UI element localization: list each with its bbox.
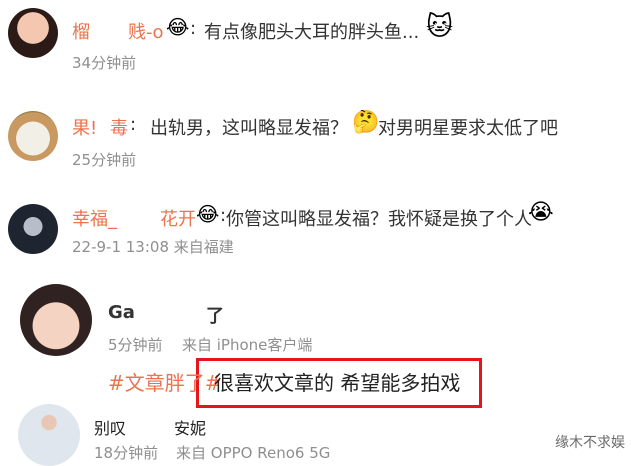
comment-time: 18分钟前 — [94, 444, 159, 462]
comment-text: 你管这叫略显发福？我怀疑是换了个人 — [226, 209, 532, 230]
username[interactable]: 毒 — [110, 114, 128, 140]
thinking-emoji-icon: 🤔 — [352, 110, 380, 135]
avatar[interactable] — [8, 111, 58, 161]
topic-tag[interactable]: #文章胖了# — [108, 367, 222, 396]
username[interactable]: 榴 — [72, 18, 90, 44]
username[interactable]: 别叹 — [94, 415, 126, 439]
comment-text: 对男明星要求太低了吧 — [378, 118, 558, 139]
comment-separator: : — [190, 18, 197, 39]
username[interactable]: 安妮 — [174, 415, 206, 439]
username[interactable]: 花开 — [160, 205, 196, 231]
crying-laughing-emoji-icon: 😭 — [528, 200, 554, 225]
comment-text: 出轨男，这叫略显发福？ — [150, 118, 348, 139]
cat-emoji-icon: 🐱 — [426, 12, 454, 42]
comment-text: 很喜欢文章的 希望能多拍戏 — [214, 371, 461, 395]
comment-time: 22-9-1 13:08 来自福建 — [72, 238, 234, 256]
username[interactable]: 果! — [72, 114, 97, 140]
username[interactable]: Ga — [108, 302, 135, 323]
username[interactable]: 幸福_ — [72, 205, 117, 231]
comment-source: 来自 OPPO Reno6 5G — [176, 444, 331, 462]
comment-separator: : — [130, 114, 137, 135]
watermark: 缘木不求娱 — [555, 435, 625, 451]
laughing-emoji-icon: 😂 — [196, 202, 220, 226]
avatar[interactable] — [8, 8, 58, 58]
comment-text: 有点像肥头大耳的胖头鱼... — [204, 22, 420, 43]
avatar[interactable] — [8, 204, 58, 254]
laughing-emoji-icon: 😂 — [166, 15, 190, 39]
avatar[interactable] — [18, 404, 80, 466]
username[interactable]: 了 — [206, 302, 224, 328]
username[interactable]: 贱-o — [128, 18, 164, 44]
comment-time: 25分钟前 — [72, 151, 137, 169]
comment-time: 34分钟前 — [72, 54, 137, 72]
comment-time: 5分钟前 — [108, 336, 163, 354]
comment-source: 来自 iPhone客户端 — [182, 336, 313, 354]
avatar[interactable] — [20, 284, 92, 356]
